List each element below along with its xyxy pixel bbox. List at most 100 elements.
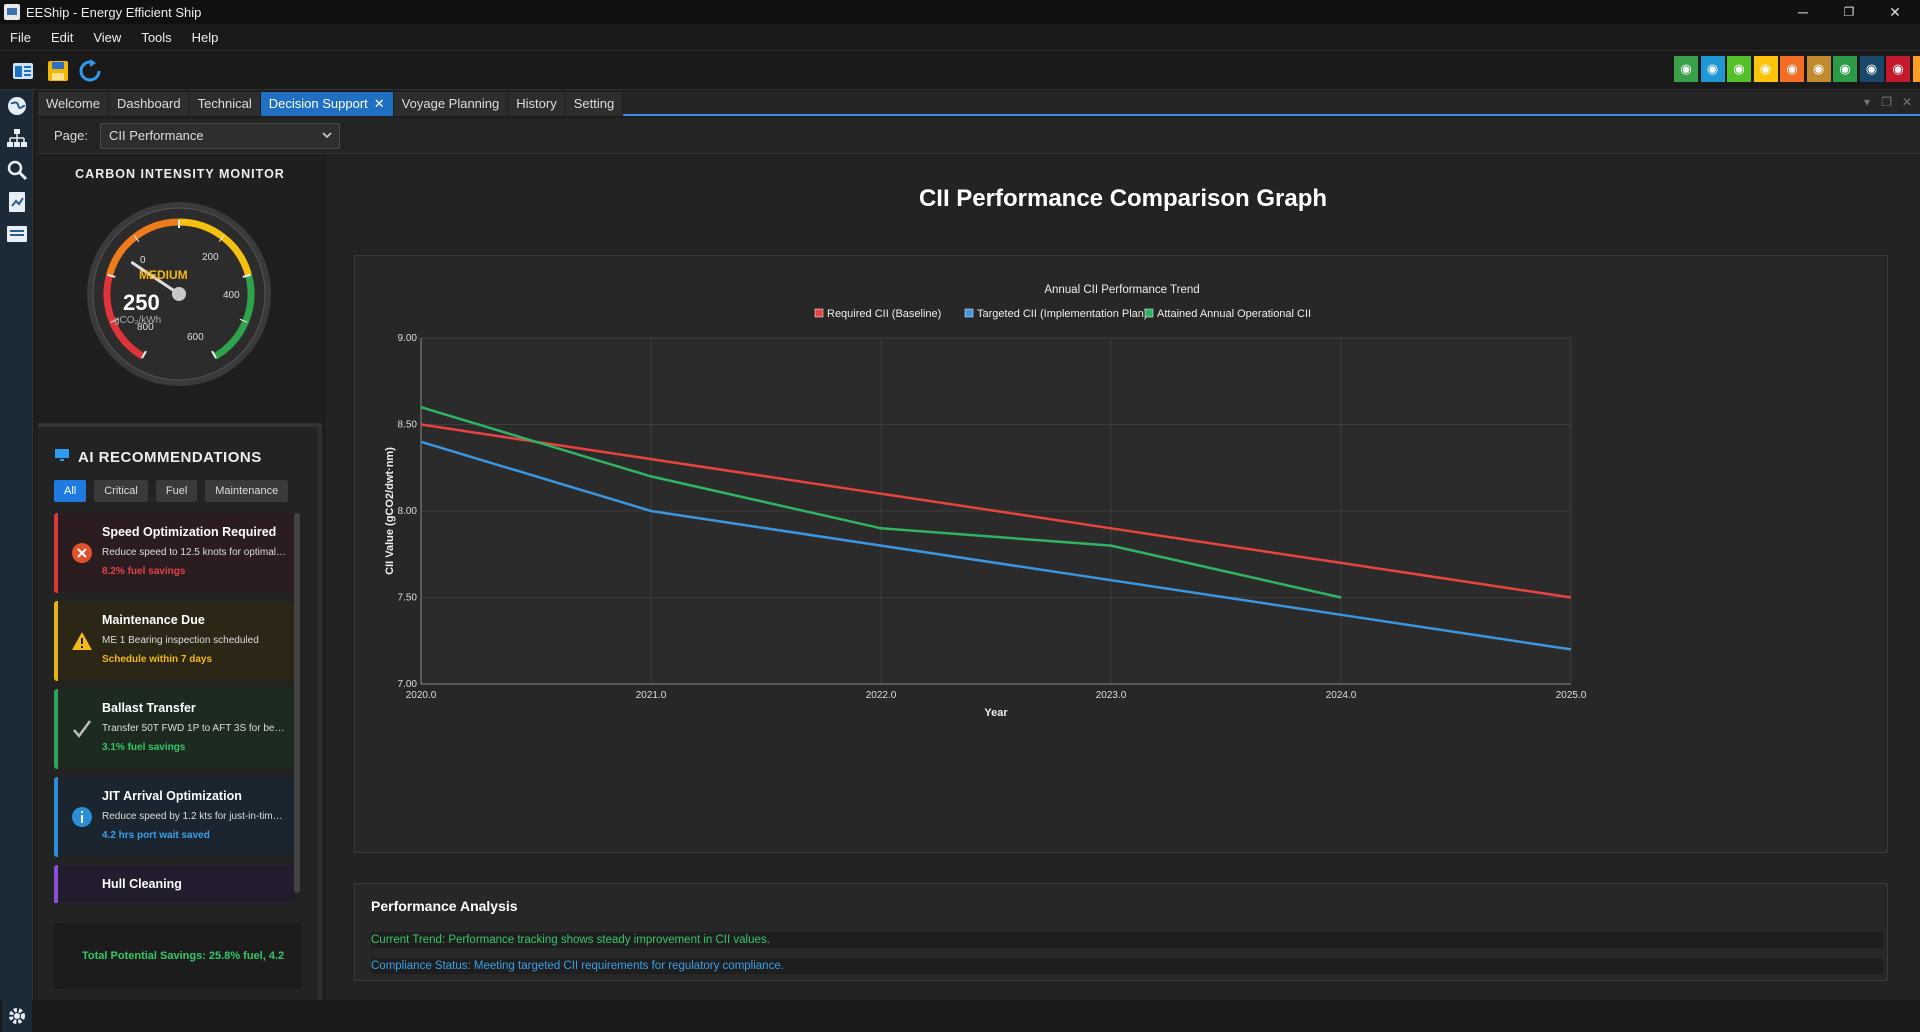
gauge-tick-400: 400 (223, 290, 240, 301)
left-panel: CARBON INTENSITY MONITOR 0 200 400 600 8… (38, 155, 322, 1000)
document-icon[interactable] (4, 220, 30, 248)
page-select[interactable]: CII Performance (100, 122, 340, 149)
float-icon[interactable]: ❐ (1881, 95, 1892, 109)
sdg-goal-icon[interactable]: ◉ (1753, 56, 1778, 82)
filter-bar: All Critical Fuel Maintenance (54, 480, 289, 502)
restore-button[interactable]: ❐ (1826, 0, 1872, 24)
chevron-down-icon (321, 129, 333, 144)
recommendation-stat: 3.1% fuel savings (102, 742, 186, 753)
monitor-icon (54, 448, 70, 466)
recommendation-scrollbar[interactable] (294, 513, 300, 893)
recommendation-title: JIT Arrival Optimization (102, 789, 242, 803)
filter-critical[interactable]: Critical (94, 480, 148, 502)
x-tick-label: 2021.0 (636, 690, 667, 701)
recommendation-card[interactable]: Hull Cleaning (54, 865, 294, 903)
legend-swatch (1144, 308, 1154, 318)
page-bar: Page: CII Performance (38, 118, 1920, 154)
tab-decision-support[interactable]: Decision Support ✕ (260, 92, 394, 116)
menu-file[interactable]: File (0, 30, 41, 45)
minimize-button[interactable]: ─ (1780, 0, 1826, 24)
tab-history[interactable]: History (508, 92, 566, 116)
gauge-value: 250 (123, 290, 160, 315)
sdg-goal-icon[interactable]: ◉ (1912, 56, 1920, 82)
gauge-tick-0: 0 (140, 255, 146, 266)
tab-bar: Welcome Dashboard Technical Decision Sup… (38, 92, 1920, 116)
recommendation-title: Speed Optimization Required (102, 525, 277, 539)
graph-title: CII Performance Comparison Graph (918, 185, 1328, 212)
sdg-goal-icon[interactable]: ◉ (1727, 56, 1751, 82)
x-tick-label: 2020.0 (406, 690, 437, 701)
recommendation-title: Ballast Transfer (102, 701, 196, 715)
gauge-dial: 0 200 400 600 800 MEDIUM 250 gCO₂/kWh (87, 202, 271, 386)
ai-title-text: AI RECOMMENDATIONS (78, 448, 262, 466)
tab-welcome[interactable]: Welcome (38, 92, 109, 116)
recommendation-list: Speed Optimization Required Reduce speed … (54, 513, 302, 903)
x-tick-label: 2023.0 (1096, 690, 1127, 701)
recommendation-stat: 4.2 hrs port wait saved (102, 830, 210, 841)
save-icon[interactable] (44, 57, 72, 85)
page-select-value: CII Performance (109, 128, 204, 143)
recommendation-stat: Schedule within 7 days (102, 654, 213, 665)
gear-icon[interactable] (2, 1000, 32, 1032)
recommendation-card[interactable]: JIT Arrival Optimization Reduce speed by … (54, 777, 294, 857)
tab-dashboard[interactable]: Dashboard (108, 92, 190, 116)
ai-recommendations-title: AI RECOMMENDATIONS (54, 448, 262, 466)
recommendation-card[interactable]: Speed Optimization Required Reduce speed … (54, 513, 294, 593)
window-title: EEShip - Energy Efficient Ship (26, 4, 202, 20)
tab-technical[interactable]: Technical (189, 92, 261, 116)
tab-list-icon[interactable]: ▾ (1864, 95, 1870, 109)
tab-voyage-planning[interactable]: Voyage Planning (393, 92, 509, 116)
tab-setting[interactable]: Setting (565, 92, 624, 116)
y-axis-title: CII Value (gCO2/dwt·nm) (384, 447, 396, 575)
sdg-goal-icon[interactable]: ◉ (1700, 56, 1725, 82)
gauge-tick-600: 600 (187, 332, 204, 343)
tab-close-icon[interactable]: ✕ (374, 96, 385, 111)
sdg-goal-icon[interactable]: ◉ (1859, 56, 1884, 82)
current-trend-text: Current Trend: Performance tracking show… (371, 932, 1883, 948)
hierarchy-icon[interactable] (4, 124, 30, 152)
recommendation-card[interactable]: Ballast Transfer Transfer 50T FWD 1P to A… (54, 689, 294, 769)
x-tick-label: 2022.0 (866, 690, 897, 701)
menu-help[interactable]: Help (182, 30, 229, 45)
refresh-icon[interactable] (76, 57, 104, 85)
x-axis-title: Year (984, 707, 1008, 719)
globe-icon[interactable] (4, 92, 30, 120)
close-icon (70, 541, 94, 565)
report-icon[interactable] (4, 188, 30, 216)
recommendation-desc: Reduce speed to 12.5 knots for optimal … (102, 547, 286, 558)
legend-swatch (814, 308, 824, 318)
search-analysis-icon[interactable] (4, 156, 30, 184)
warning-icon (70, 629, 94, 653)
sdg-goal-icon[interactable]: ◉ (1780, 56, 1804, 82)
recommendation-desc: Transfer 50T FWD 1P to AFT 3S for bette… (102, 723, 286, 734)
left-rail (0, 90, 33, 1032)
filter-all[interactable]: All (54, 480, 87, 502)
y-tick-label: 9.00 (398, 333, 418, 344)
sdg-goal-icon[interactable]: ◉ (1806, 56, 1831, 82)
sdg-goal-icon[interactable]: ◉ (1674, 56, 1698, 82)
menu-edit[interactable]: Edit (41, 30, 83, 45)
menu-view[interactable]: View (83, 30, 131, 45)
recommendation-desc: ME 1 Bearing inspection scheduled (102, 635, 259, 646)
panel-close-icon[interactable]: ✕ (1902, 95, 1912, 109)
performance-analysis: Performance Analysis Current Trend: Perf… (354, 883, 1888, 981)
gauge-status: MEDIUM (139, 268, 188, 282)
close-button[interactable]: ✕ (1872, 0, 1918, 24)
info-icon (70, 805, 94, 829)
recommendation-card[interactable]: Maintenance Due ME 1 Bearing inspection s… (54, 601, 294, 681)
hull-icon (70, 893, 94, 903)
filter-fuel[interactable]: Fuel (155, 480, 198, 502)
sdg-goal-icon[interactable]: ◉ (1833, 56, 1857, 82)
chart-container: 2020.0 2021.0 2022.0 2023.0 2024.0 2025.0 7.00… (354, 255, 1888, 853)
y-tick-label: 8.50 (398, 420, 418, 431)
carbon-intensity-monitor: CARBON INTENSITY MONITOR 0 200 400 600 8… (38, 155, 322, 427)
filter-maintenance[interactable]: Maintenance (205, 480, 289, 502)
compliance-status-text: Compliance Status: Meeting targeted CII … (371, 958, 1883, 974)
y-tick-label: 7.50 (398, 593, 418, 604)
status-bar (0, 1000, 1920, 1032)
legend-label: Attained Annual Operational CII (1157, 308, 1311, 320)
sdg-goal-icon[interactable]: ◉ (1886, 56, 1910, 82)
menu-tools[interactable]: Tools (131, 30, 181, 45)
gauge-unit: gCO₂/kWh (114, 315, 161, 326)
open-icon[interactable] (9, 57, 37, 85)
